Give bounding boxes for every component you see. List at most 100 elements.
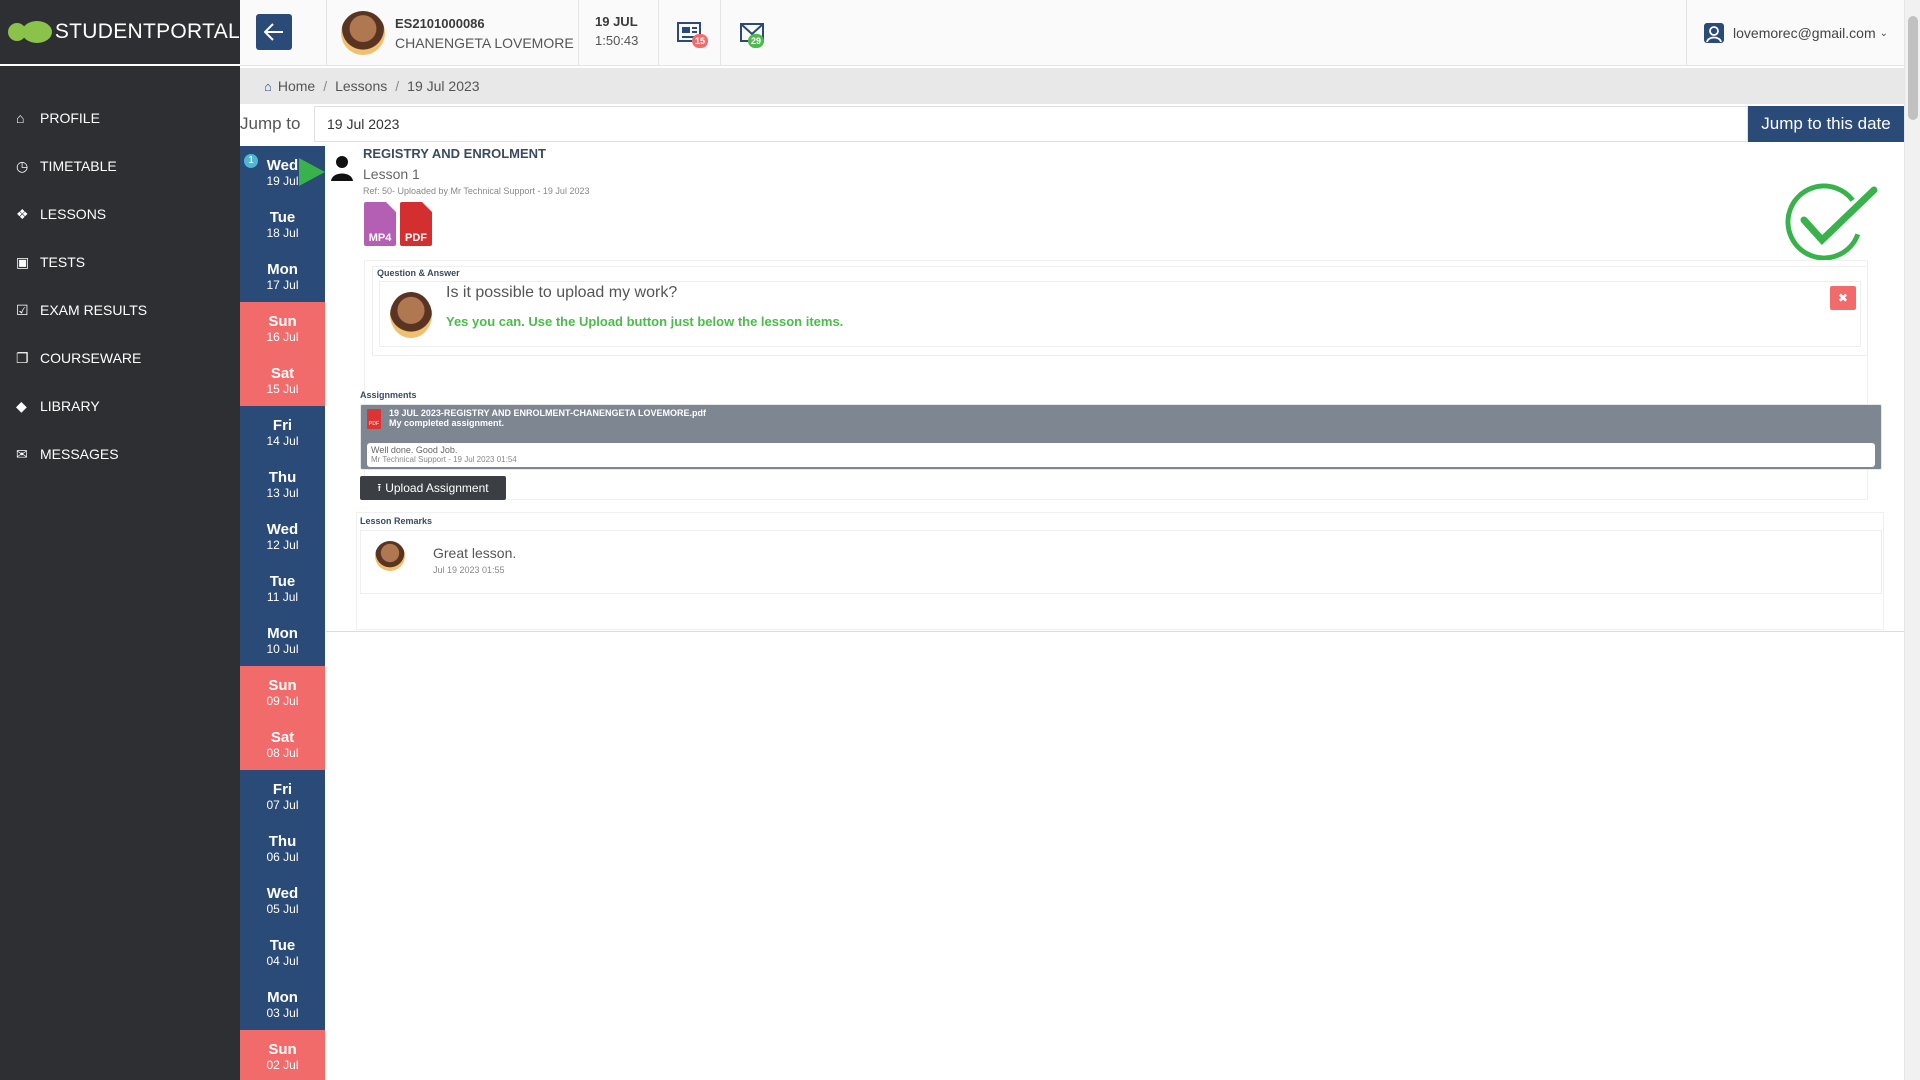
day-date: 16 Jul xyxy=(266,329,299,344)
day-date: 03 Jul xyxy=(266,1005,299,1020)
home-icon: ⌂ xyxy=(16,110,25,126)
user-email: lovemorec@gmail.com xyxy=(1733,25,1876,41)
day-item[interactable]: Thu 06 Jul xyxy=(240,822,325,874)
assignment-card[interactable]: PDF 19 JUL 2023-REGISTRY AND ENROLMENT-C… xyxy=(360,404,1882,470)
day-name: Mon xyxy=(267,988,298,1006)
day-item[interactable]: Wed 05 Jul xyxy=(240,874,325,926)
brand-logo-icon xyxy=(8,21,52,43)
day-name: Sun xyxy=(268,676,297,694)
mail-button[interactable]: 29 xyxy=(720,0,782,66)
day-name: Sun xyxy=(268,312,297,330)
student-avatar xyxy=(341,11,385,55)
page-scrollbar[interactable] xyxy=(1904,0,1920,1080)
sidebar-item-courseware[interactable]: ❐ COURSEWARE xyxy=(0,334,240,382)
upload-icon: ⭱ xyxy=(377,481,382,494)
day-item[interactable]: Tue 04 Jul xyxy=(240,926,325,978)
student-id: ES2101000086 xyxy=(395,15,485,31)
day-item[interactable]: Fri 14 Jul xyxy=(240,406,325,458)
day-name: Sat xyxy=(270,364,295,382)
sidebar-item-messages[interactable]: ✉ MESSAGES xyxy=(0,430,240,478)
day-item[interactable]: Fri 07 Jul xyxy=(240,770,325,822)
completed-check-icon xyxy=(1785,183,1878,260)
current-time: 1:50:43 xyxy=(595,33,639,48)
back-button[interactable] xyxy=(256,14,292,50)
day-item[interactable]: Sun 16 Jul xyxy=(240,302,325,354)
copy-icon: ❐ xyxy=(16,349,29,366)
remark-avatar xyxy=(375,541,405,571)
user-menu[interactable]: lovemorec@gmail.com ⌄ xyxy=(1686,0,1904,66)
student-name: CHANENGETA LOVEMORE xyxy=(395,34,574,51)
sidebar-item-exam-results[interactable]: ☑ EXAM RESULTS xyxy=(0,286,240,334)
calendar-check-icon: ▣ xyxy=(16,253,30,270)
news-button[interactable]: 15 xyxy=(658,0,720,66)
day-date: 12 Jul xyxy=(266,537,299,552)
day-name: Thu xyxy=(268,832,297,850)
delete-question-button[interactable]: ✖ xyxy=(1830,286,1856,310)
lesson-content: REGISTRY AND ENROLMENT Lesson 1 Ref: 50-… xyxy=(326,142,1904,632)
lesson-count-badge: 1 xyxy=(244,154,258,168)
sidebar-item-timetable[interactable]: ◷ TIMETABLE xyxy=(0,142,240,190)
day-date: 02 Jul xyxy=(266,1057,299,1072)
sidebar-item-label: LIBRARY xyxy=(40,398,100,414)
day-date: 10 Jul xyxy=(266,641,299,656)
pdf-file-icon[interactable]: PDF xyxy=(400,202,432,246)
day-item[interactable]: Sat 08 Jul xyxy=(240,718,325,770)
day-name: Wed xyxy=(266,884,299,902)
day-item[interactable]: Mon 10 Jul xyxy=(240,614,325,666)
sidebar-item-tests[interactable]: ▣ TESTS xyxy=(0,238,240,286)
day-item[interactable]: Sat 15 Jul xyxy=(240,354,325,406)
scrollbar-thumb[interactable] xyxy=(1908,16,1918,120)
day-date: 11 Jul xyxy=(266,589,299,604)
breadcrumb-separator: / xyxy=(323,78,328,94)
day-item[interactable]: Tue 18 Jul xyxy=(240,198,325,250)
clock-icon: ◷ xyxy=(16,157,29,174)
jump-to-date-button[interactable]: Jump to this date xyxy=(1748,106,1904,142)
mail-badge: 29 xyxy=(747,34,764,48)
day-item[interactable]: Mon 17 Jul xyxy=(240,250,325,302)
breadcrumb-lessons[interactable]: Lessons xyxy=(335,78,387,94)
day-date: 18 Jul xyxy=(266,225,299,240)
sidebar-item-label: PROFILE xyxy=(40,110,100,126)
day-item[interactable]: Tue 11 Jul xyxy=(240,562,325,614)
feedback-text: Well done. Good Job. xyxy=(371,445,458,455)
mp4-file-label: MP4 xyxy=(368,232,392,244)
day-item[interactable]: Wed 12 Jul xyxy=(240,510,325,562)
jump-bar: Jump to Jump to this date xyxy=(240,106,1904,142)
student-profile[interactable]: ES2101000086 CHANENGETA LOVEMORE xyxy=(326,0,574,66)
sidebar-item-profile[interactable]: ⌂ PROFILE xyxy=(0,94,240,142)
assignments-label: Assignments xyxy=(360,390,417,400)
breadcrumb-separator: / xyxy=(395,78,400,94)
close-icon: ✖ xyxy=(1837,291,1849,305)
day-item[interactable]: Sun 09 Jul xyxy=(240,666,325,718)
brand-name-part2: PORTAL xyxy=(156,20,240,43)
mp4-file-icon[interactable]: MP4 xyxy=(364,202,396,246)
day-name: Sat xyxy=(270,728,295,746)
assignment-note: My completed assignment. xyxy=(389,418,505,428)
jump-date-input[interactable] xyxy=(314,106,1748,142)
sidebar-item-library[interactable]: ◆ LIBRARY xyxy=(0,382,240,430)
lesson-ref: Ref: 50- Uploaded by Mr Technical Suppor… xyxy=(363,186,590,196)
day-date: 09 Jul xyxy=(266,693,299,708)
sidebar: STUDENTPORTAL ⌂ PROFILE ◷ TIMETABLE ❖ LESSONS… xyxy=(0,0,240,1080)
day-name: Mon xyxy=(267,260,298,278)
current-date: 19 JUL xyxy=(595,14,638,29)
breadcrumb: ⌂ Home / Lessons / 19 Jul 2023 xyxy=(240,68,1904,104)
lesson-subtitle: Lesson 1 xyxy=(363,166,420,182)
day-item[interactable]: Mon 03 Jul xyxy=(240,978,325,1030)
sidebar-item-lessons[interactable]: ❖ LESSONS xyxy=(0,190,240,238)
brand[interactable]: STUDENTPORTAL xyxy=(0,0,240,66)
home-icon: ⌂ xyxy=(264,78,272,94)
breadcrumb-home[interactable]: Home xyxy=(278,78,315,94)
day-name: Wed xyxy=(266,520,299,538)
day-item[interactable]: Sun 02 Jul xyxy=(240,1030,325,1080)
day-date: 07 Jul xyxy=(266,797,299,812)
remark-text: Great lesson. xyxy=(433,545,517,561)
pdf-icon: PDF xyxy=(367,409,381,429)
assignment-filename[interactable]: 19 JUL 2023-REGISTRY AND ENROLMENT-CHANE… xyxy=(389,408,706,418)
day-item[interactable]: Thu 13 Jul xyxy=(240,458,325,510)
assignment-feedback: Well done. Good Job. Mr Technical Suppor… xyxy=(367,443,1875,467)
upload-assignment-button[interactable]: ⭱ Upload Assignment xyxy=(360,476,506,500)
sidebar-item-label: LESSONS xyxy=(40,206,107,222)
day-name: Thu xyxy=(268,468,297,486)
current-day-arrow-icon xyxy=(299,158,325,186)
